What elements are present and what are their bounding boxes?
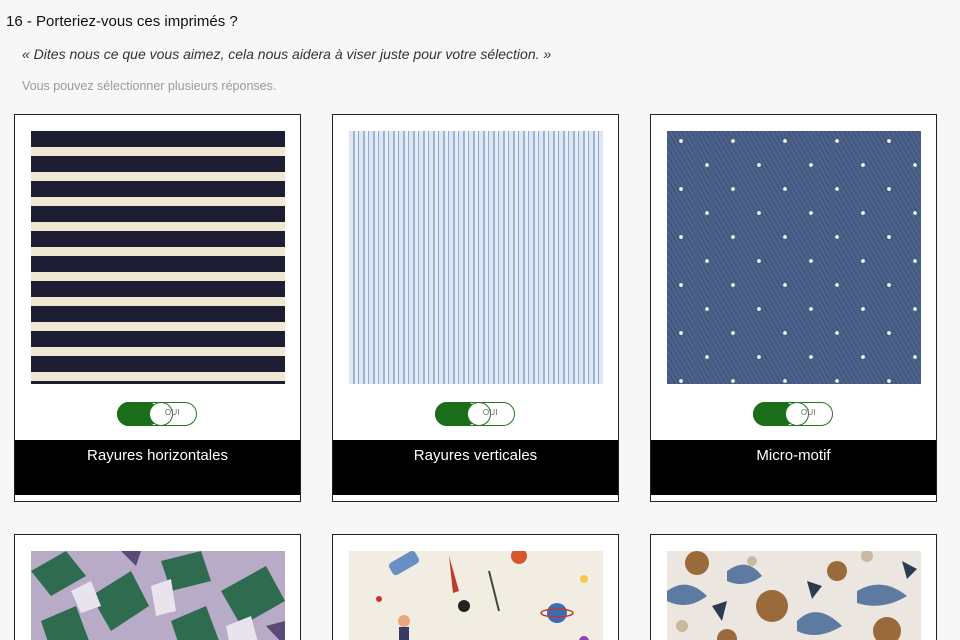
option-label: Rayures verticales: [333, 440, 618, 495]
option-label: Rayures horizontales: [15, 440, 300, 495]
question-subtitle: « Dites nous ce que vous aimez, cela nou…: [22, 46, 552, 62]
toggle-knob: [753, 402, 809, 426]
toggle-knob: [117, 402, 173, 426]
toggle-label: OUI: [800, 408, 816, 417]
option-card-micro-dots[interactable]: OUI Micro-motif: [650, 114, 937, 502]
toggle-oui[interactable]: OUI: [435, 402, 515, 426]
toggle-knob: [435, 402, 491, 426]
fabric-image-space-print: [349, 551, 603, 640]
fabric-image-horizontal-stripes: [31, 131, 285, 384]
floral-print-illustration: [667, 551, 921, 640]
fabric-image-micro-dots: [667, 131, 921, 384]
space-print-illustration: [349, 551, 603, 640]
fabric-image-leaf-print: [31, 551, 285, 640]
fabric-image-floral-print: [667, 551, 921, 640]
toggle-label: OUI: [164, 408, 180, 417]
question-title: 16 - Porteriez-vous ces imprimés ?: [6, 13, 238, 30]
fabric-image-vertical-stripes: [349, 131, 603, 384]
leaf-print-illustration: [31, 551, 285, 640]
toggle-label: OUI: [482, 408, 498, 417]
toggle-oui[interactable]: OUI: [753, 402, 833, 426]
option-card-floral-print[interactable]: [650, 534, 937, 640]
option-card-space-print[interactable]: [332, 534, 619, 640]
question-hint: Vous pouvez sélectionner plusieurs répon…: [22, 79, 277, 93]
option-card-leaf-print[interactable]: [14, 534, 301, 640]
option-card-horizontal-stripes[interactable]: OUI Rayures horizontales: [14, 114, 301, 502]
toggle-oui[interactable]: OUI: [117, 402, 197, 426]
option-label: Micro-motif: [651, 440, 936, 495]
option-card-vertical-stripes[interactable]: OUI Rayures verticales: [332, 114, 619, 502]
